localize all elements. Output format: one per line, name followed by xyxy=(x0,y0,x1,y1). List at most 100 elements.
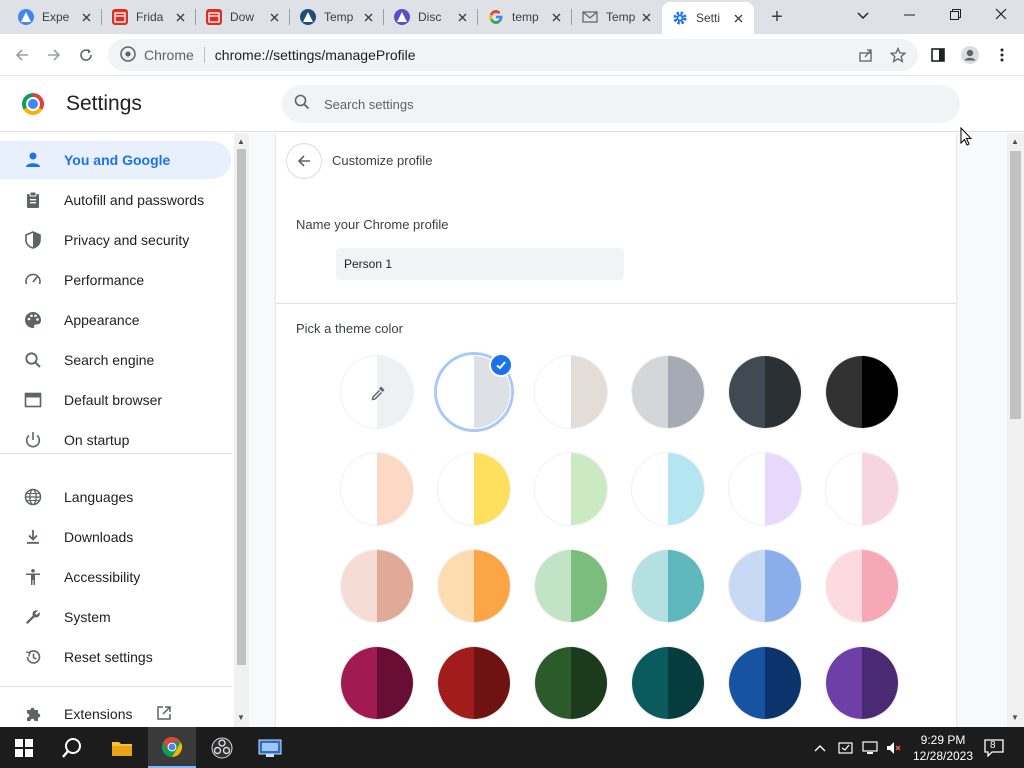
theme-color-swatch[interactable] xyxy=(437,549,511,623)
network-icon[interactable] xyxy=(862,727,878,768)
show-hidden-icons-icon[interactable] xyxy=(814,727,826,768)
profile-avatar[interactable] xyxy=(958,43,982,67)
browser-tab[interactable]: Dow xyxy=(196,0,290,34)
theme-color-swatch[interactable] xyxy=(437,452,511,526)
theme-color-swatch[interactable] xyxy=(340,452,414,526)
theme-color-swatch[interactable] xyxy=(728,452,802,526)
theme-color-swatch[interactable] xyxy=(631,549,705,623)
sidebar-item-label: Reset settings xyxy=(64,649,153,665)
sidebar-scrollbar[interactable]: ▲ ▼ xyxy=(234,133,249,727)
swatch-right-half xyxy=(571,550,607,622)
minimize-button[interactable] xyxy=(886,0,932,30)
sidebar-item-accessibility[interactable]: Accessibility xyxy=(0,558,231,596)
side-panel-icon[interactable] xyxy=(926,43,950,67)
eyedropper-icon xyxy=(341,356,413,428)
theme-color-swatch[interactable] xyxy=(825,452,899,526)
close-tab-icon[interactable] xyxy=(638,10,654,25)
theme-color-swatch[interactable] xyxy=(631,355,705,429)
sidebar-item-extensions[interactable]: Extensions xyxy=(0,695,231,727)
search-settings-box[interactable] xyxy=(282,85,960,123)
share-icon[interactable] xyxy=(854,43,878,67)
forward-icon[interactable] xyxy=(42,43,66,67)
theme-color-swatch[interactable] xyxy=(728,549,802,623)
main-scroll-thumb[interactable] xyxy=(1010,151,1021,419)
sidebar-item-default-browser[interactable]: Default browser xyxy=(0,381,231,419)
profile-name-input[interactable] xyxy=(336,248,624,280)
sidebar-item-performance[interactable]: Performance xyxy=(0,261,231,299)
tab-search-button[interactable] xyxy=(840,0,886,30)
sidebar-scroll-thumb[interactable] xyxy=(237,149,246,665)
theme-color-swatch[interactable] xyxy=(534,452,608,526)
theme-color-swatch[interactable] xyxy=(631,646,705,720)
theme-color-swatch[interactable] xyxy=(728,646,802,720)
sidebar-item-downloads[interactable]: Downloads xyxy=(0,518,231,556)
download-icon xyxy=(24,528,42,546)
browser-tab[interactable]: Disc xyxy=(384,0,478,34)
browser-tab[interactable]: Temp xyxy=(290,0,384,34)
browser-tab[interactable]: temp xyxy=(478,0,572,34)
search-icon[interactable] xyxy=(48,727,96,768)
chrome-taskbar-icon[interactable] xyxy=(148,727,196,768)
theme-color-swatch[interactable] xyxy=(825,646,899,720)
url-text[interactable]: chrome://settings/manageProfile xyxy=(215,47,416,63)
theme-color-swatch[interactable] xyxy=(728,355,802,429)
close-tab-icon[interactable] xyxy=(454,10,470,25)
new-tab-button[interactable]: + xyxy=(764,5,790,29)
reload-icon[interactable] xyxy=(74,43,98,67)
sidebar-item-autofill-and-passwords[interactable]: Autofill and passwords xyxy=(0,181,231,219)
speedometer-icon xyxy=(24,271,42,289)
tab-title: Dow xyxy=(230,10,255,24)
notifications-icon[interactable]: 8 xyxy=(984,727,1004,768)
search-input[interactable] xyxy=(324,96,924,112)
file-explorer-icon[interactable] xyxy=(98,727,146,768)
browser-tab[interactable]: Setti xyxy=(662,2,754,34)
taskbar-clock[interactable]: 9:29 PM 12/28/2023 xyxy=(912,732,974,764)
browser-tab[interactable]: Expe xyxy=(8,0,102,34)
swatch-left-half xyxy=(438,550,474,622)
sidebar-item-privacy-and-security[interactable]: Privacy and security xyxy=(0,221,231,259)
close-tab-icon[interactable] xyxy=(360,10,376,25)
browser-tab[interactable]: Frida xyxy=(102,0,196,34)
sidebar-item-you-and-google[interactable]: You and Google xyxy=(0,141,231,179)
theme-color-swatch[interactable] xyxy=(340,646,414,720)
close-tab-icon[interactable] xyxy=(78,10,94,25)
swatch-left-half xyxy=(535,453,571,525)
theme-color-swatch[interactable] xyxy=(340,549,414,623)
theme-color-swatch[interactable] xyxy=(534,549,608,623)
windows-start-icon[interactable] xyxy=(0,727,48,768)
theme-color-swatch[interactable] xyxy=(534,646,608,720)
volume-muted-icon[interactable] xyxy=(886,727,902,768)
scroll-down-arrow-icon[interactable]: ▼ xyxy=(237,713,245,722)
address-bar[interactable]: Chrome chrome://settings/manageProfile xyxy=(108,39,918,71)
remote-desktop-icon[interactable] xyxy=(246,727,294,768)
swatch-left-half xyxy=(826,453,862,525)
scroll-up-arrow-icon[interactable]: ▲ xyxy=(237,137,245,146)
sidebar-item-languages[interactable]: Languages xyxy=(0,478,231,516)
back-icon[interactable] xyxy=(10,43,34,67)
sidebar-item-search-engine[interactable]: Search engine xyxy=(0,341,231,379)
sidebar-item-appearance[interactable]: Appearance xyxy=(0,301,231,339)
theme-color-swatch[interactable] xyxy=(437,646,511,720)
scroll-up-arrow-icon[interactable]: ▲ xyxy=(1011,137,1019,146)
main-scrollbar[interactable]: ▲ ▼ xyxy=(1007,133,1024,727)
back-button[interactable] xyxy=(286,143,322,179)
close-tab-icon[interactable] xyxy=(172,10,188,25)
sidebar-item-reset-settings[interactable]: Reset settings xyxy=(0,638,231,676)
theme-color-swatch[interactable] xyxy=(534,355,608,429)
theme-color-swatch[interactable] xyxy=(825,355,899,429)
more-menu-icon[interactable] xyxy=(990,43,1014,67)
restore-button[interactable] xyxy=(932,0,978,30)
sidebar-item-system[interactable]: System xyxy=(0,598,231,636)
browser-tab[interactable]: Temp xyxy=(572,0,662,34)
close-tab-icon[interactable] xyxy=(730,11,746,26)
close-tab-icon[interactable] xyxy=(548,10,564,25)
scroll-down-arrow-icon[interactable]: ▼ xyxy=(1011,713,1019,722)
custom-color-swatch[interactable] xyxy=(340,355,414,429)
security-icon[interactable] xyxy=(838,727,854,768)
theme-color-swatch[interactable] xyxy=(825,549,899,623)
bookmark-star-icon[interactable] xyxy=(886,43,910,67)
close-tab-icon[interactable] xyxy=(266,10,282,25)
theme-color-swatch[interactable] xyxy=(631,452,705,526)
close-window-button[interactable] xyxy=(978,0,1024,30)
obs-icon[interactable] xyxy=(198,727,246,768)
